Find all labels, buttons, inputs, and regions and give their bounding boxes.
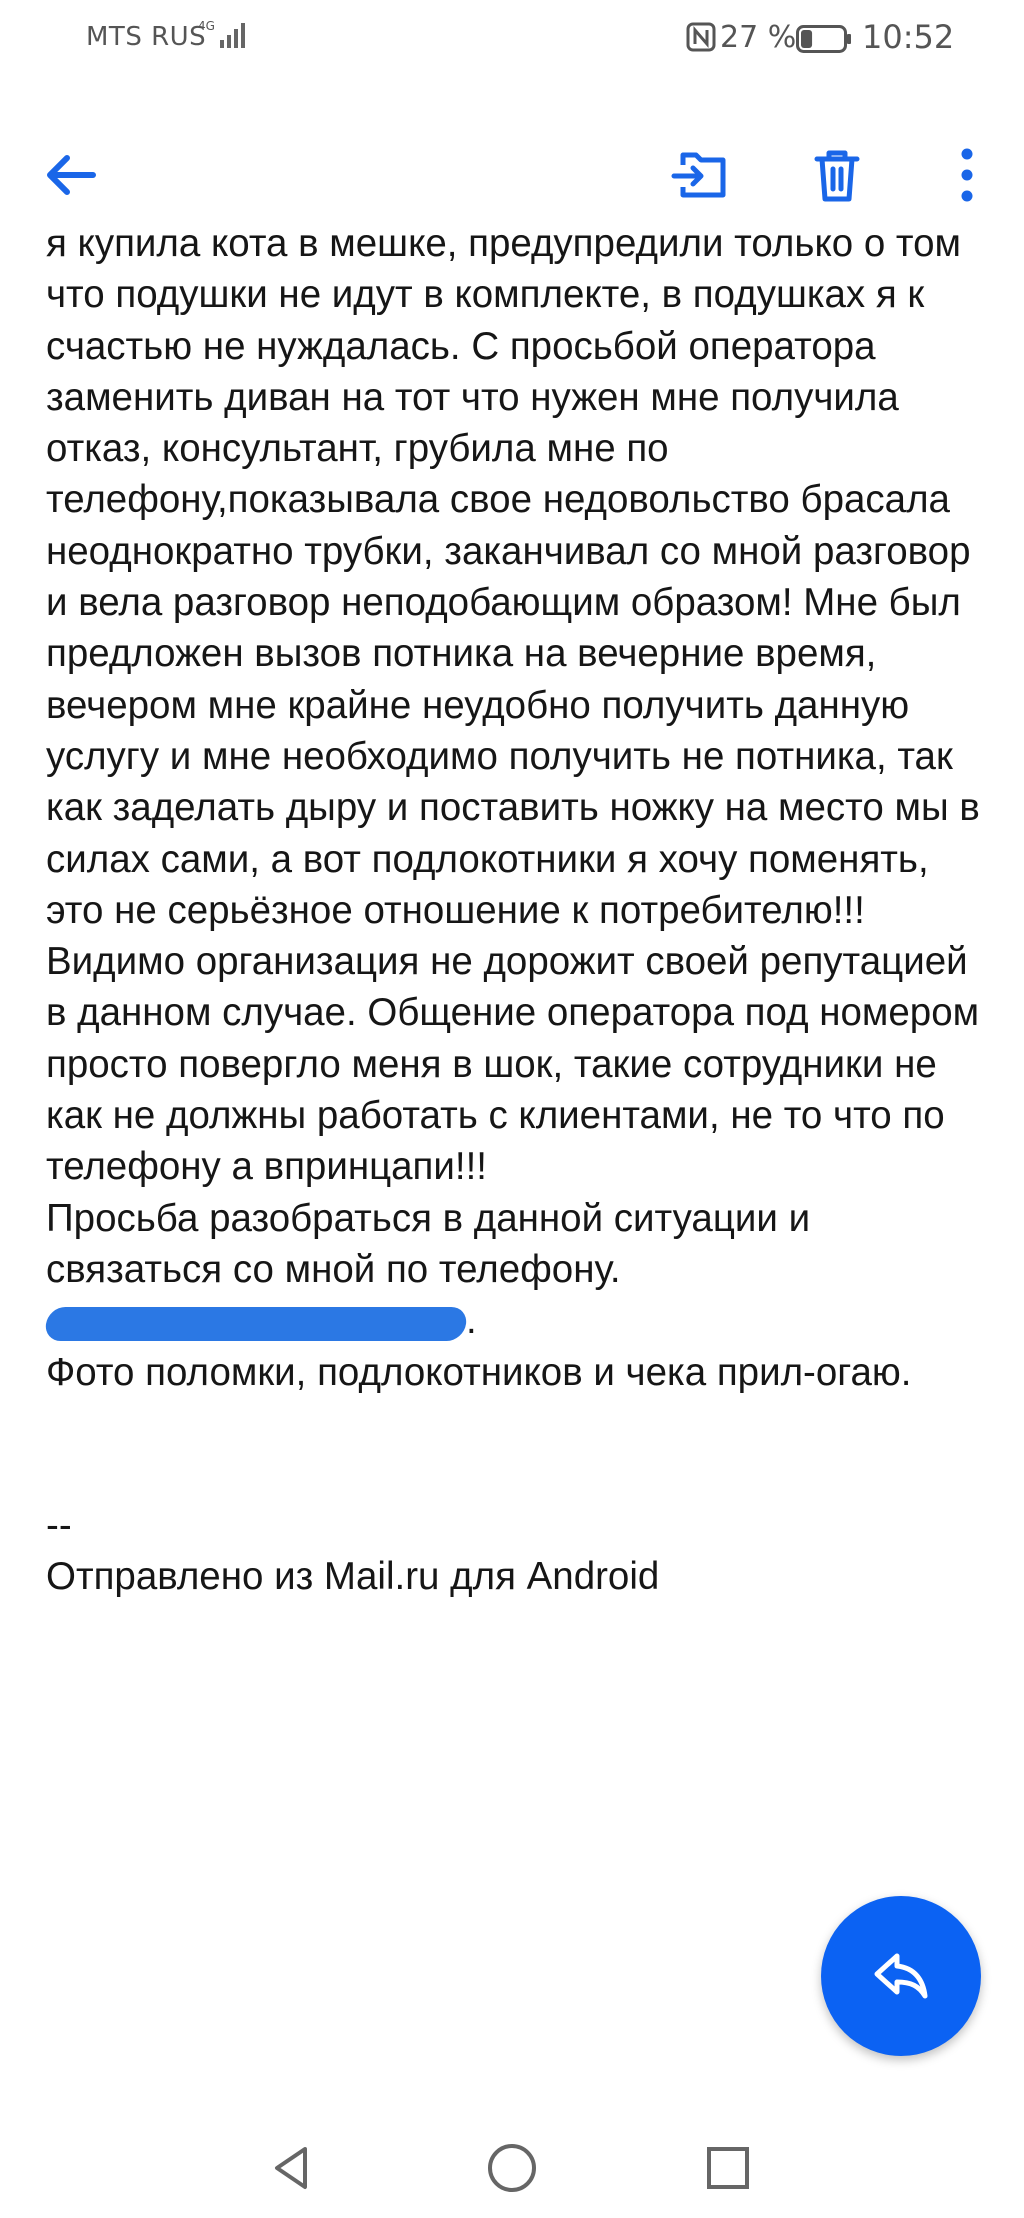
reply-icon	[874, 1953, 928, 1999]
nfc-icon	[686, 22, 716, 52]
mail-toolbar	[0, 140, 1024, 220]
delete-button[interactable]	[802, 140, 872, 210]
mail-paragraph: Фото поломки, подлокотников и чека прил-…	[46, 1350, 912, 1394]
signal-icon	[220, 23, 245, 48]
system-navigation-bar	[0, 2110, 1024, 2218]
more-vertical-icon	[961, 148, 973, 202]
battery-percent: 27 %	[720, 20, 797, 55]
trash-icon	[814, 150, 860, 202]
move-to-folder-icon	[671, 152, 726, 198]
nav-recent-square-icon	[707, 2147, 749, 2189]
nav-recent-apps-button[interactable]	[698, 2138, 758, 2198]
nav-home-button[interactable]	[482, 2138, 542, 2198]
battery-icon	[796, 25, 851, 53]
mail-paragraph: Просьба разобраться в данной ситуации и …	[46, 1196, 811, 1291]
reply-button[interactable]	[821, 1896, 981, 2056]
clock: 10:52	[862, 18, 955, 56]
redacted-phone-number	[43, 1307, 469, 1342]
network-type: 4G	[198, 19, 215, 33]
mail-body: я купила кота в мешке, предупредили толь…	[43, 218, 996, 1602]
redacted-line: .	[43, 1295, 996, 1346]
more-options-button[interactable]	[932, 140, 1002, 210]
carrier-name: MTS RUS	[86, 22, 207, 52]
move-to-folder-button[interactable]	[666, 140, 736, 210]
mail-paragraph: я купила кота в мешке, предупредили толь…	[46, 222, 980, 1189]
redacted-line-suffix: .	[466, 1299, 477, 1343]
mail-signature: Отправлено из Mail.ru для Android	[46, 1555, 660, 1599]
back-button[interactable]	[36, 140, 106, 210]
signature-separator: --	[46, 1503, 72, 1547]
status-bar: MTS RUS 4G 27 % 10:52	[0, 0, 1024, 78]
arrow-left-icon	[47, 155, 96, 195]
nav-back-button[interactable]	[262, 2138, 322, 2198]
nav-back-triangle-icon	[275, 2147, 307, 2189]
mail-spacer	[46, 1398, 996, 1500]
nav-home-circle-icon	[488, 2144, 536, 2192]
